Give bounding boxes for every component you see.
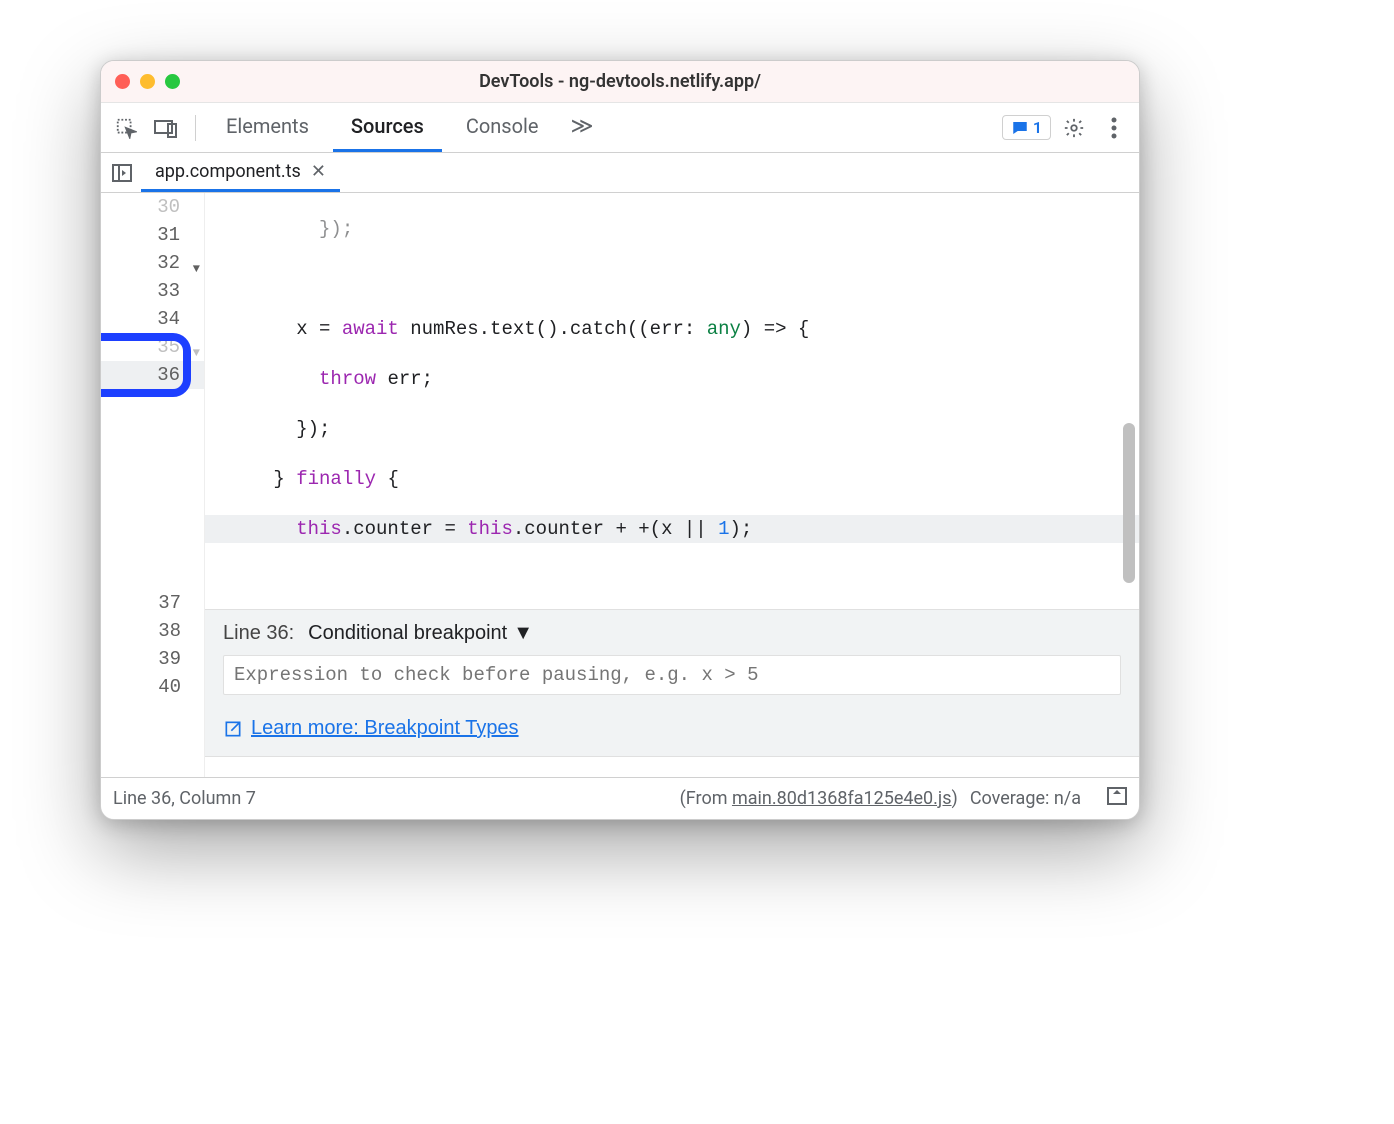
breakpoint-editor: Line 36: Conditional breakpoint ▼ Learn … — [205, 609, 1139, 757]
line-number-gutter[interactable]: 30 31 32▼ 33 34 35▼ 36 — [101, 193, 205, 777]
titlebar: DevTools - ng-devtools.netlify.app/ — [101, 61, 1139, 103]
navigator-toggle-icon[interactable] — [107, 158, 137, 188]
breakpoint-condition-input[interactable] — [223, 655, 1121, 695]
settings-icon[interactable] — [1057, 111, 1091, 145]
cursor-position: Line 36, Column 7 — [113, 788, 256, 809]
code-content[interactable]: }); x = await numRes.text().catch((err: … — [205, 193, 1139, 777]
issues-badge[interactable]: 1 — [1002, 115, 1051, 140]
device-toolbar-icon[interactable] — [149, 111, 183, 145]
tab-elements[interactable]: Elements — [208, 103, 327, 152]
window-title: DevTools - ng-devtools.netlify.app/ — [101, 71, 1139, 92]
zoom-window-button[interactable] — [165, 74, 180, 89]
show-drawer-icon[interactable] — [1107, 787, 1127, 810]
bp-line-label: Line 36: — [223, 622, 294, 645]
file-tabs-bar: app.component.ts ✕ — [101, 153, 1139, 193]
coverage-info: Coverage: n/a — [970, 788, 1081, 809]
line-number-36[interactable]: 36 — [101, 361, 204, 389]
devtools-window: DevTools - ng-devtools.netlify.app/ Elem… — [100, 60, 1140, 820]
minimize-window-button[interactable] — [140, 74, 155, 89]
dropdown-icon: ▼ — [513, 622, 533, 645]
breakpoint-type-select[interactable]: Conditional breakpoint ▼ — [308, 622, 533, 645]
file-tab-label: app.component.ts — [155, 161, 301, 182]
main-toolbar: Elements Sources Console ≫ 1 — [101, 103, 1139, 153]
tab-sources[interactable]: Sources — [333, 103, 442, 152]
learn-more-link[interactable]: Learn more: Breakpoint Types — [223, 717, 1121, 740]
source-editor: 30 31 32▼ 33 34 35▼ 36 }); x = await num… — [101, 193, 1139, 777]
message-icon — [1011, 119, 1029, 137]
source-map-link[interactable]: main.80d1368fa125e4e0.js — [732, 788, 952, 809]
source-map-info: (From main.80d1368fa125e4e0.js) — [680, 788, 958, 809]
tab-console[interactable]: Console — [448, 103, 557, 152]
more-menu-icon[interactable] — [1097, 111, 1131, 145]
status-bar: Line 36, Column 7 (From main.80d1368fa12… — [101, 777, 1139, 819]
vertical-scrollbar[interactable] — [1123, 423, 1135, 583]
tabs-overflow[interactable]: ≫ — [562, 103, 601, 152]
external-link-icon — [223, 719, 243, 739]
traffic-lights — [115, 74, 180, 89]
file-tab-app-component[interactable]: app.component.ts ✕ — [141, 153, 340, 192]
close-window-button[interactable] — [115, 74, 130, 89]
toolbar-divider — [195, 115, 196, 141]
issues-count: 1 — [1033, 118, 1042, 137]
inspect-element-icon[interactable] — [109, 111, 143, 145]
close-tab-icon[interactable]: ✕ — [311, 161, 326, 182]
